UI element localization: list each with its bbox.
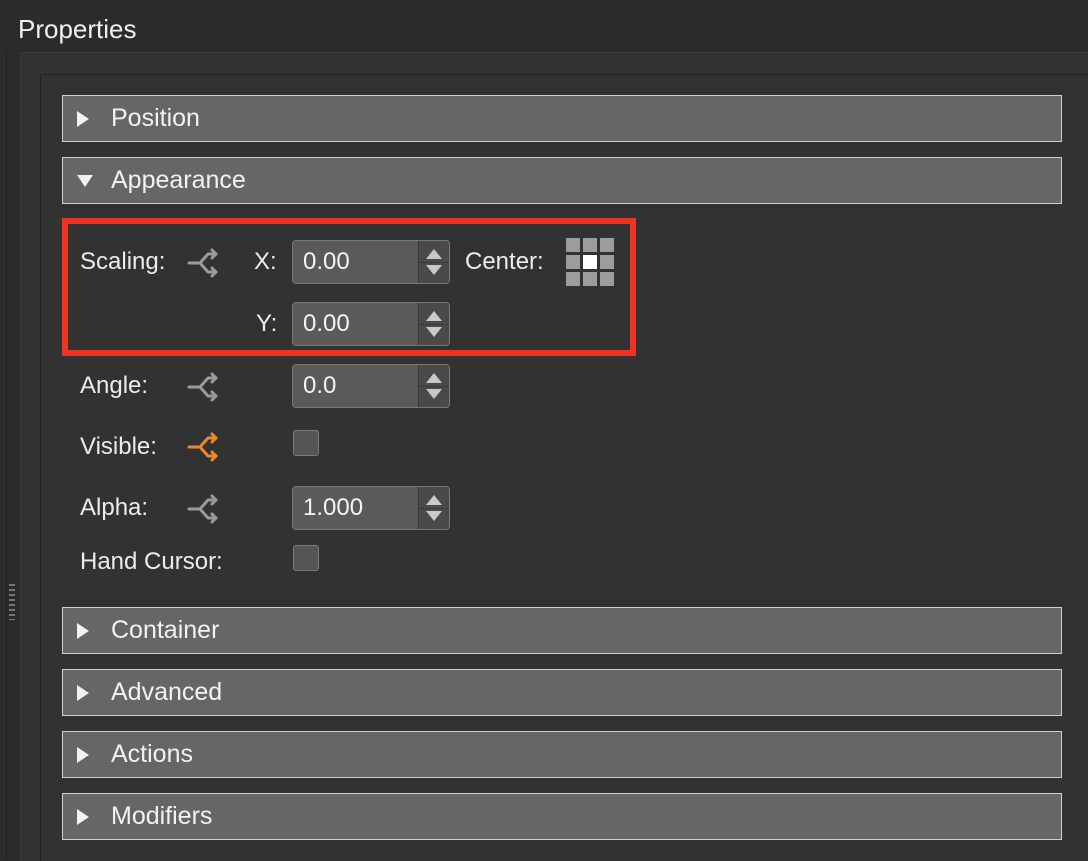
triangle-right-icon [77,746,89,763]
section-container[interactable]: Container [62,607,1062,654]
section-advanced[interactable]: Advanced [62,669,1062,716]
angle-label: Angle: [80,372,149,399]
section-appearance-label: Appearance [111,166,246,194]
hand-cursor-checkbox[interactable] [293,545,319,571]
section-appearance[interactable]: Appearance [62,157,1062,204]
stepper-down-icon[interactable] [426,511,442,521]
triangle-right-icon [77,110,89,127]
angle-input[interactable] [293,365,418,407]
angle-stepper[interactable] [292,364,450,408]
section-advanced-label: Advanced [111,678,223,706]
triangle-down-icon [77,174,93,187]
alpha-input[interactable] [293,487,418,529]
visible-link-icon[interactable] [186,430,222,464]
triangle-right-icon [77,622,89,639]
section-actions-label: Actions [111,740,193,768]
alpha-stepper[interactable] [292,486,450,530]
alpha-link-icon[interactable] [186,492,222,526]
resize-grip-icon[interactable] [9,584,15,620]
stepper-down-icon[interactable] [426,389,442,399]
angle-link-icon[interactable] [186,370,222,404]
alpha-label: Alpha: [80,494,149,521]
section-modifiers-label: Modifiers [111,802,213,830]
stepper-up-icon[interactable] [426,495,442,505]
left-rail [0,52,7,860]
visible-label: Visible: [80,433,157,460]
section-modifiers[interactable]: Modifiers [62,793,1062,840]
triangle-right-icon [77,808,89,825]
section-actions[interactable]: Actions [62,731,1062,778]
angle-stepper-buttons[interactable] [418,365,449,407]
hand-cursor-label: Hand Cursor: [80,548,223,575]
highlight-box [62,218,636,356]
panel-title: Properties [18,14,137,44]
stepper-up-icon[interactable] [426,373,442,383]
alpha-stepper-buttons[interactable] [418,487,449,529]
section-position-label: Position [111,104,200,132]
section-position[interactable]: Position [62,95,1062,142]
section-container-label: Container [111,616,220,644]
visible-checkbox[interactable] [293,430,319,456]
triangle-right-icon [77,684,89,701]
